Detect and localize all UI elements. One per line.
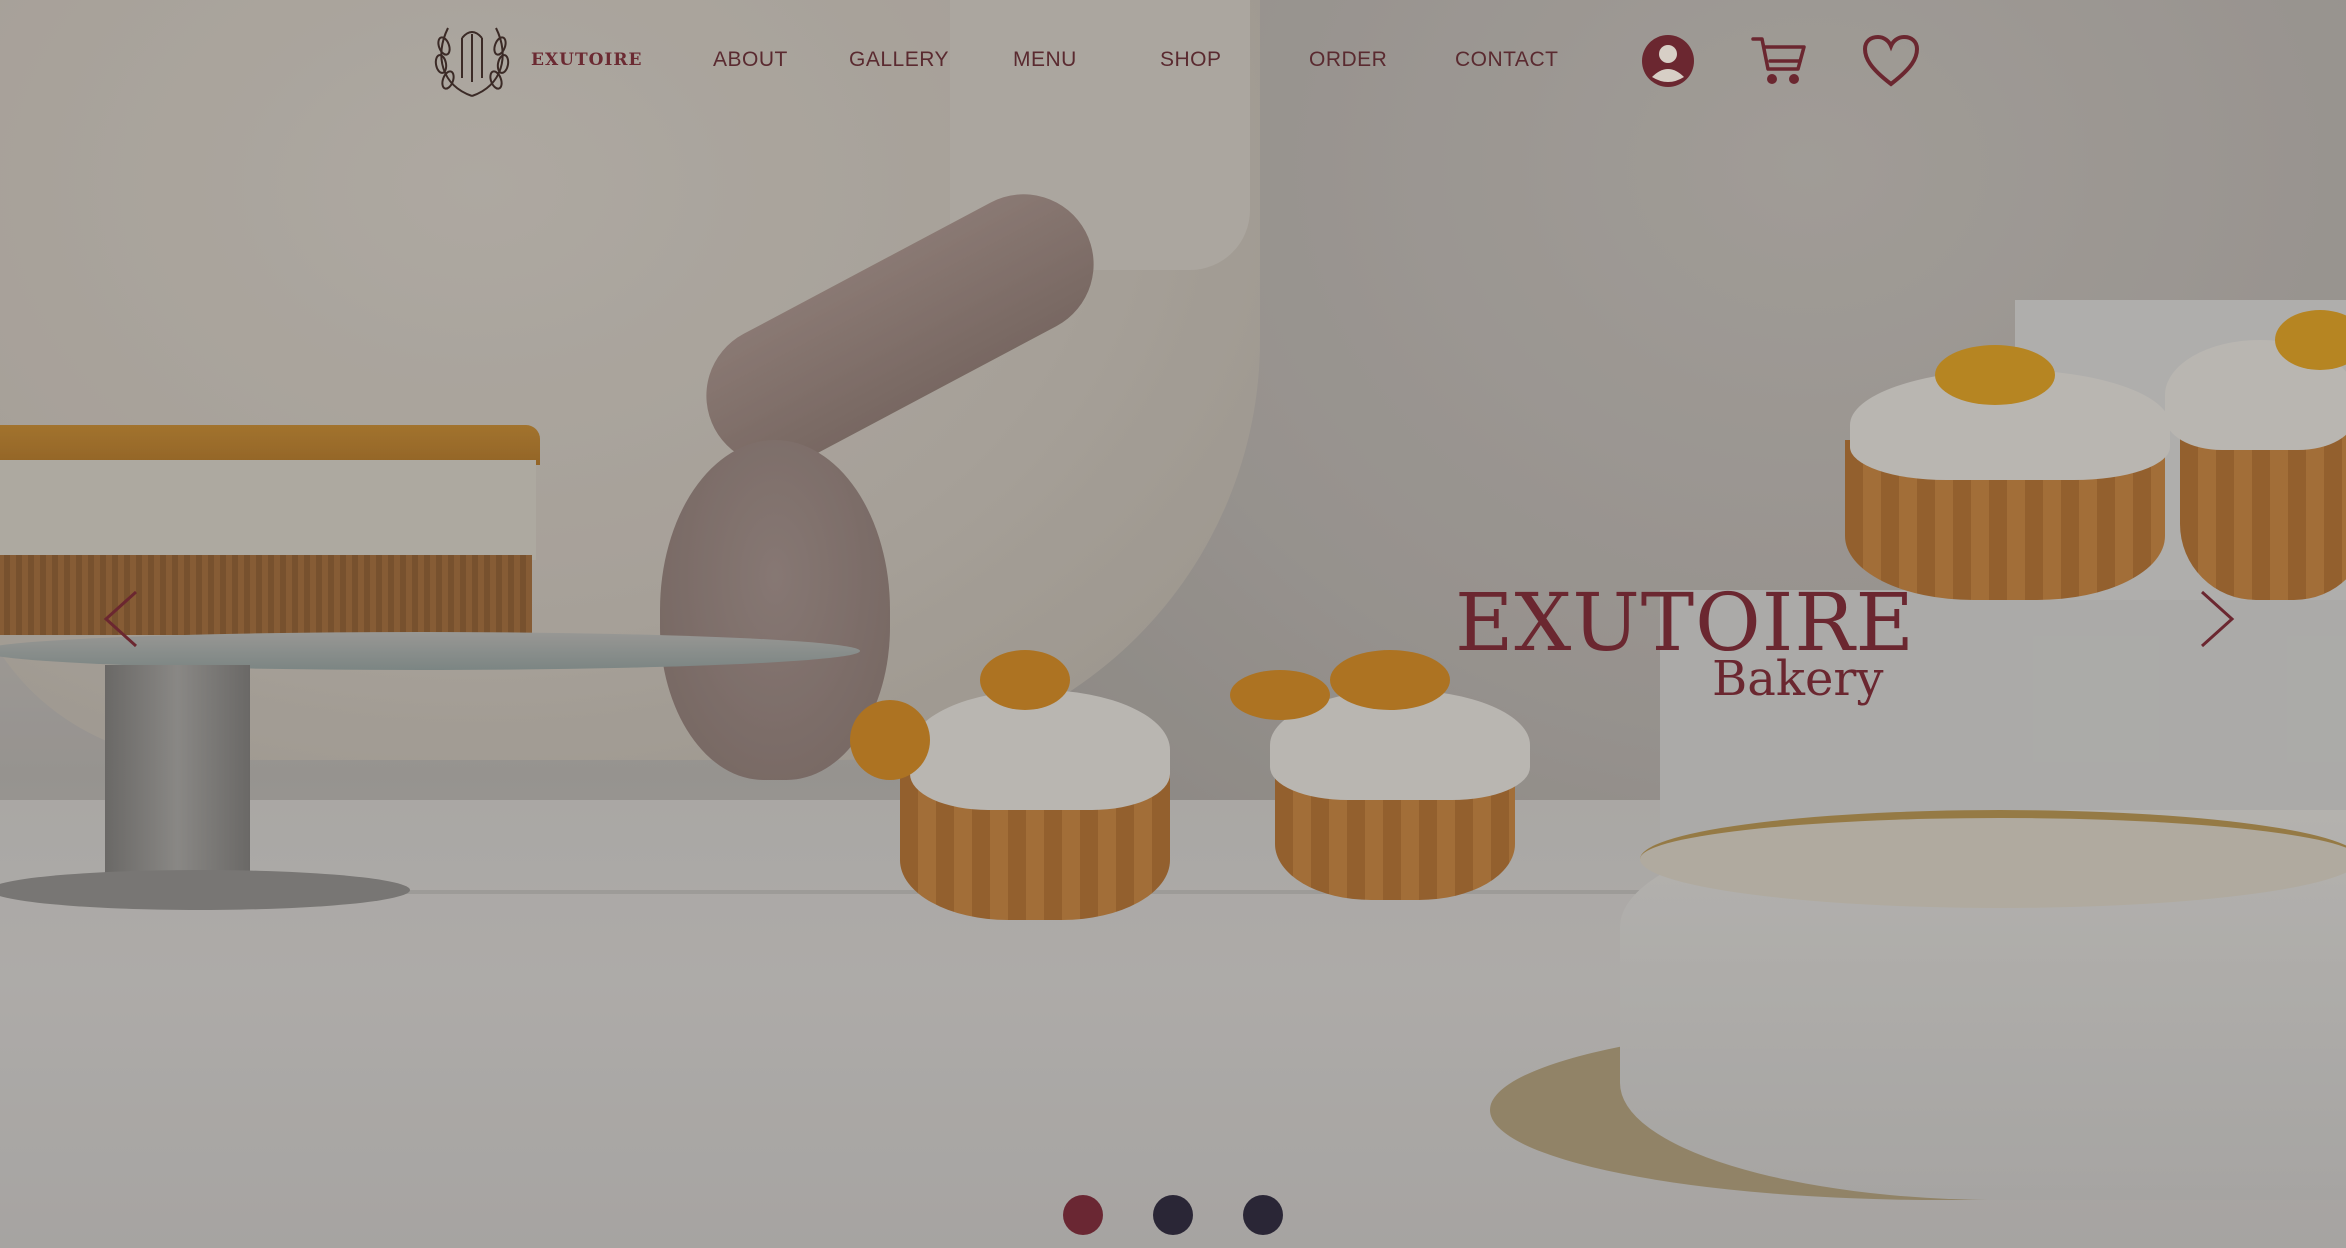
- cart-button[interactable]: [1750, 33, 1808, 89]
- carousel-indicators: [1060, 1195, 1290, 1237]
- brand-name[interactable]: EXUTOIRE: [531, 50, 642, 70]
- carousel-next-button[interactable]: [2196, 588, 2240, 650]
- heart-icon: [1862, 34, 1920, 87]
- brand-logo[interactable]: [432, 16, 512, 102]
- carousel-prev-button[interactable]: [98, 588, 142, 650]
- wishlist-button[interactable]: [1862, 34, 1920, 88]
- account-icon: [1642, 35, 1694, 87]
- hero-dim-overlay: [0, 0, 2346, 1248]
- nav-link-menu[interactable]: MENU: [1013, 48, 1077, 72]
- nav-link-order[interactable]: ORDER: [1309, 48, 1387, 72]
- carousel-dot[interactable]: [1153, 1195, 1193, 1235]
- nav-link-about[interactable]: ABOUT: [713, 48, 788, 72]
- carousel-dot[interactable]: [1063, 1195, 1103, 1235]
- top-navbar: EXUTOIRE ABOUT GALLERY MENU SHOP ORDER C…: [0, 0, 2346, 124]
- hero-banner: [0, 0, 2346, 1248]
- hero-subtitle: Bakery: [1712, 651, 1884, 707]
- account-button[interactable]: [1640, 33, 1696, 89]
- carousel-dot[interactable]: [1243, 1195, 1283, 1235]
- wreath-logo-icon: [434, 27, 510, 97]
- chevron-left-icon: [103, 590, 138, 648]
- cart-icon: [1751, 37, 1806, 84]
- nav-link-gallery[interactable]: GALLERY: [849, 48, 949, 72]
- chevron-right-icon: [2200, 590, 2235, 648]
- nav-link-contact[interactable]: CONTACT: [1455, 48, 1558, 72]
- nav-link-shop[interactable]: SHOP: [1160, 48, 1222, 72]
